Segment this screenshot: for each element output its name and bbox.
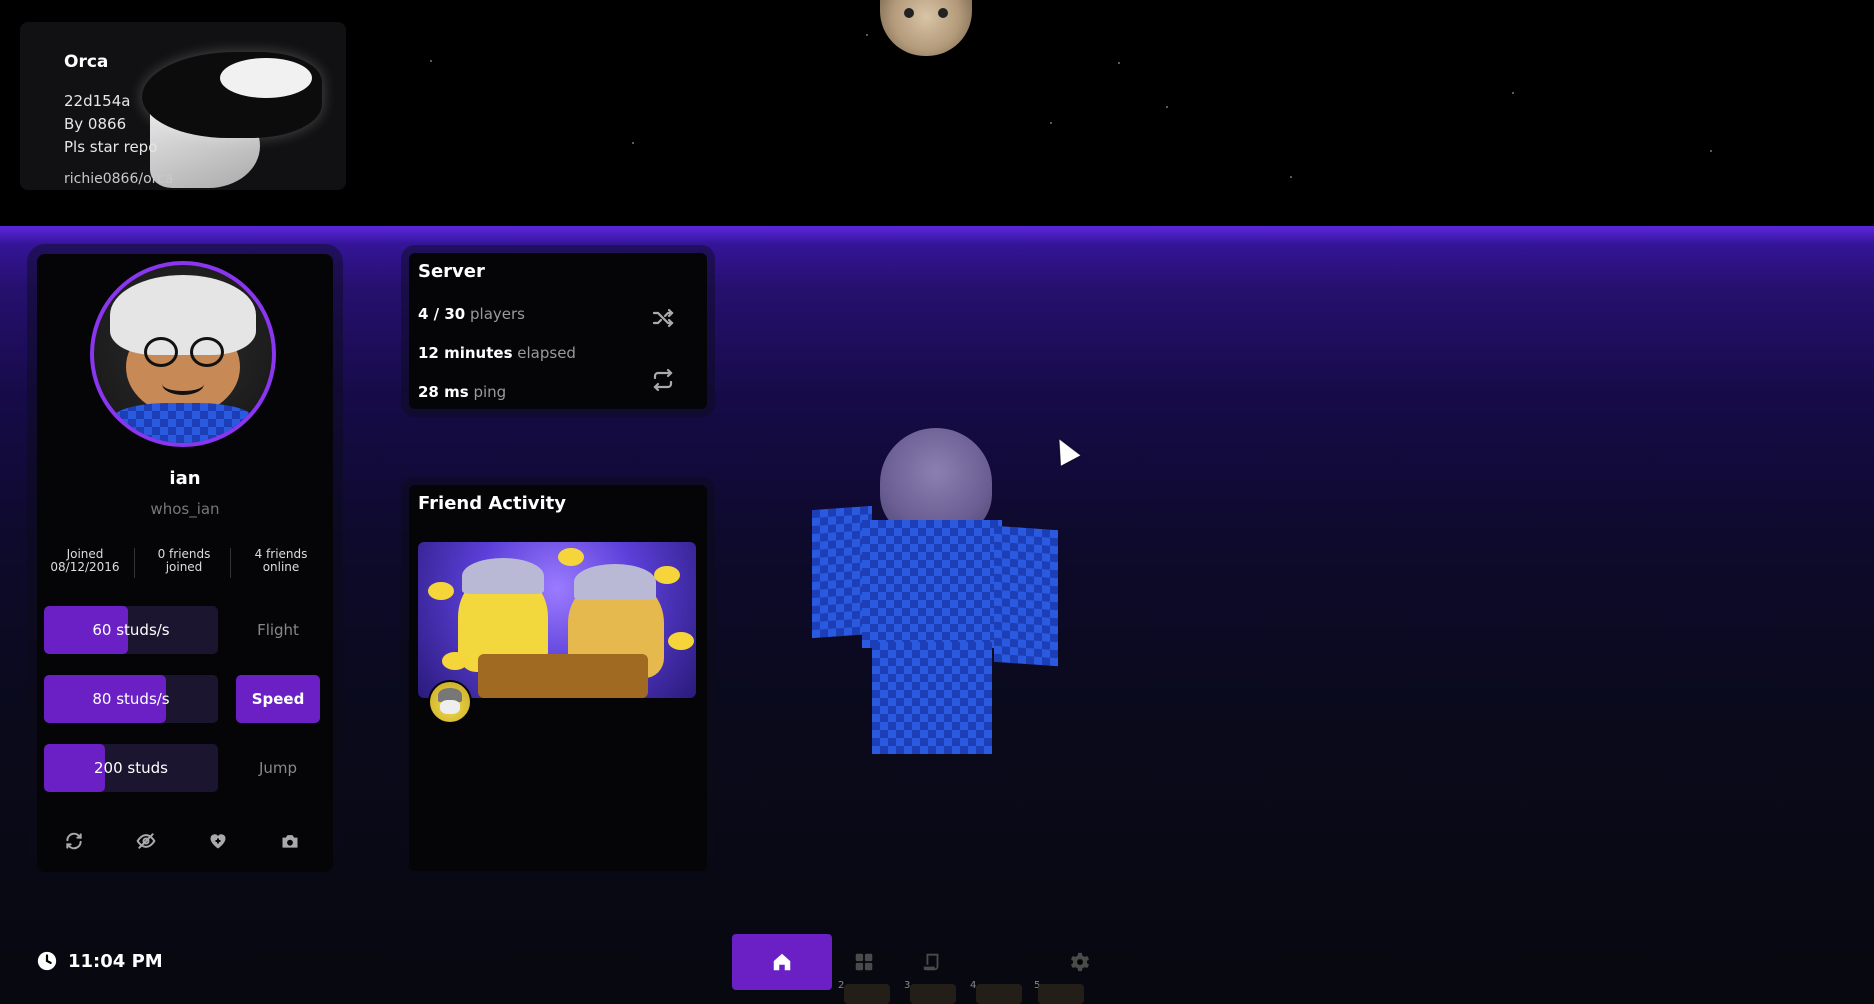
heart-plus-icon <box>210 834 226 849</box>
server-hop-button[interactable] <box>651 306 675 330</box>
hotbar-slot[interactable] <box>844 984 890 1004</box>
tagline-text: Pls star repo <box>64 138 158 156</box>
hotbar-slot[interactable] <box>910 984 956 1004</box>
speed-toggle[interactable]: Speed <box>236 675 320 723</box>
avatar <box>90 261 276 447</box>
shuffle-icon <box>652 308 674 328</box>
ping-readout: 28 ms ping <box>418 383 507 401</box>
repo-link[interactable]: richie0866/orca <box>64 171 173 187</box>
hotbar-slot[interactable] <box>976 984 1022 1004</box>
dock-home-button[interactable] <box>732 934 832 990</box>
refresh-button[interactable] <box>56 826 92 856</box>
clock-icon <box>37 951 57 971</box>
stat-divider <box>230 548 231 578</box>
rejoin-icon <box>653 368 673 392</box>
orca-whale-image <box>130 38 340 188</box>
hotbar-slot[interactable] <box>1038 984 1084 1004</box>
settings-icon <box>1070 952 1090 972</box>
server-panel: Server 4 / 30 players 12 minutes elapsed… <box>409 253 707 409</box>
character-right-arm <box>994 525 1058 667</box>
clock-time: 11:04 PM <box>68 950 163 972</box>
stat-friends-online: 4 friends online <box>254 547 308 574</box>
screenshot-button[interactable] <box>272 826 308 856</box>
jump-toggle[interactable]: Jump <box>236 744 320 792</box>
flight-speed-slider[interactable]: 60 studs/s <box>44 606 218 654</box>
hotbar: 2 3 4 5 <box>836 980 1086 1004</box>
apps-icon <box>855 953 873 971</box>
heal-button[interactable] <box>200 826 236 856</box>
scripts-icon <box>923 953 939 971</box>
version-hash: 22d154a <box>64 92 131 110</box>
flight-toggle[interactable]: Flight <box>236 606 320 654</box>
character-torso <box>862 520 1002 648</box>
rejoin-button[interactable] <box>651 368 675 392</box>
author-text: By 0866 <box>64 115 127 133</box>
eye-off-icon <box>136 833 156 849</box>
display-name: ian <box>169 468 201 489</box>
character-legs <box>872 642 992 754</box>
username: whos_ian <box>150 500 220 518</box>
friend-activity-panel: Friend Activity <box>409 485 707 871</box>
clock: 11:04 PM <box>36 948 163 974</box>
friend-activity-title: Friend Activity <box>418 493 566 514</box>
time-elapsed: 12 minutes elapsed <box>418 344 576 362</box>
stat-friends-joined: 0 friends joined <box>157 547 211 574</box>
refresh-icon <box>66 832 82 850</box>
hide-button[interactable] <box>128 826 164 856</box>
jump-height-slider[interactable]: 200 studs <box>44 744 218 792</box>
stat-divider <box>134 548 135 578</box>
orca-info-card: Orca 22d154a By 0866 Pls star repo richi… <box>20 22 346 190</box>
player-count: 4 / 30 players <box>418 305 525 323</box>
friend-avatar[interactable] <box>428 680 472 724</box>
stat-joined: Joined 08/12/2016 <box>50 547 120 574</box>
walk-speed-slider[interactable]: 80 studs/s <box>44 675 218 723</box>
app-title: Orca <box>64 52 109 72</box>
server-title: Server <box>418 261 485 282</box>
home-icon <box>773 953 791 971</box>
camera-icon <box>282 835 298 848</box>
game-thumbnail[interactable] <box>418 542 696 698</box>
profile-panel: ian whos_ian Joined 08/12/2016 0 friends… <box>37 254 333 872</box>
